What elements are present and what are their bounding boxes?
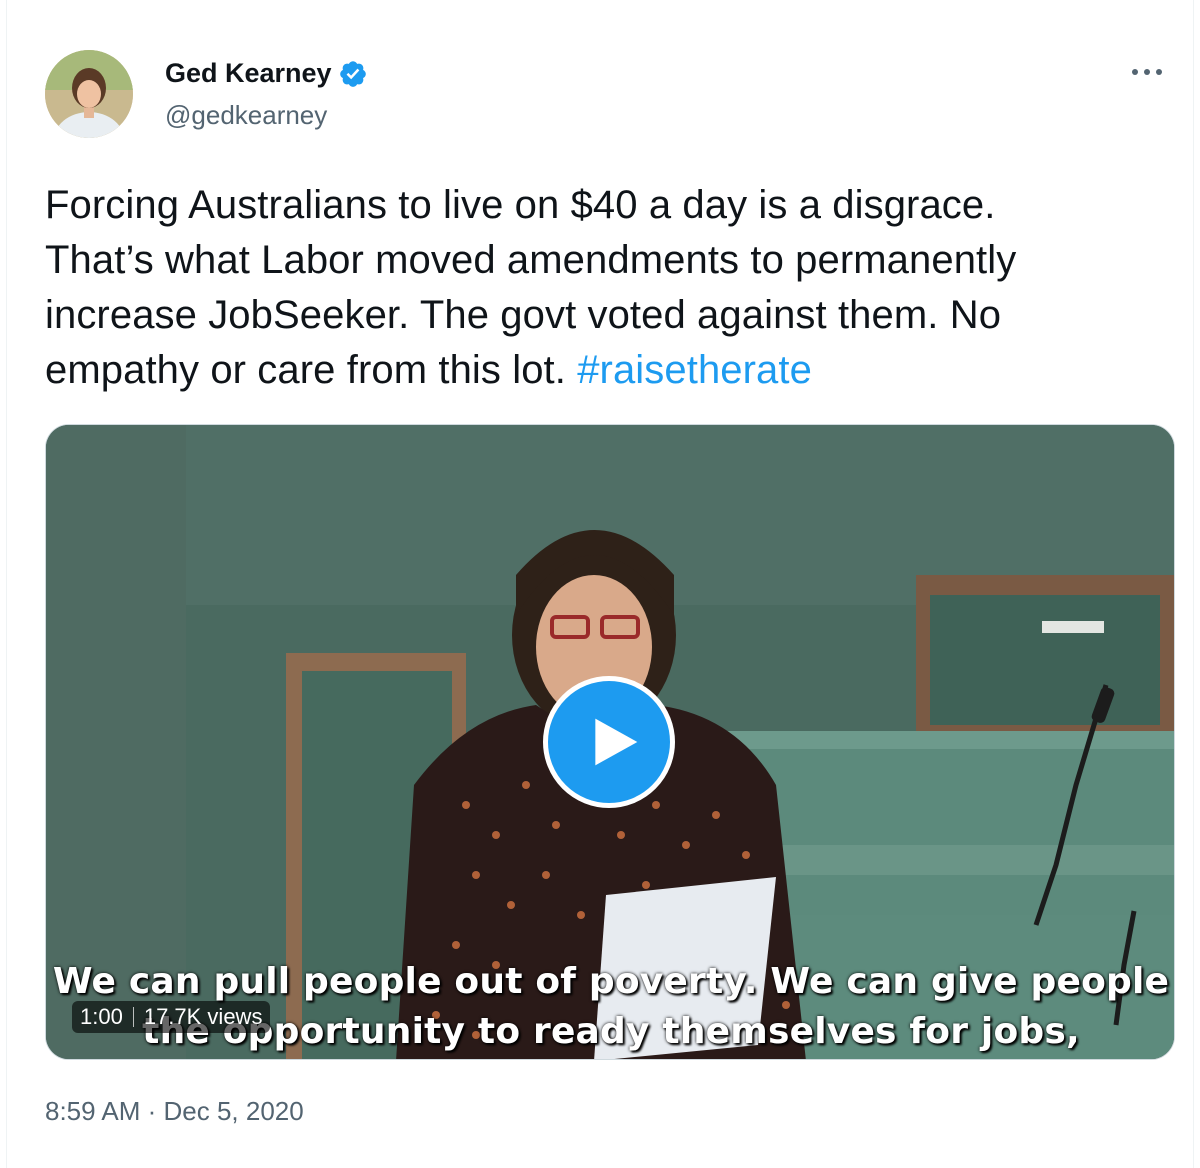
more-horizontal-icon[interactable] xyxy=(1129,62,1165,82)
video-views: 17.7K views xyxy=(143,1004,263,1029)
avatar-image xyxy=(45,50,133,138)
tweet-text-line: empathy or care from this lot. xyxy=(45,348,578,392)
divider xyxy=(132,1007,134,1027)
tweet-time[interactable]: 8:59 AM xyxy=(45,1096,140,1126)
hashtag-link[interactable]: #raisetherate xyxy=(577,348,812,392)
play-button[interactable] xyxy=(543,676,675,808)
tweet-text-line: Forcing Australians to live on $40 a day… xyxy=(45,183,996,227)
play-icon xyxy=(595,718,638,766)
verified-badge-icon xyxy=(339,60,366,87)
video-duration: 1:00 xyxy=(80,1004,123,1029)
video-caption-line: We can pull people out of poverty. We ca… xyxy=(52,961,1170,1002)
tweet-text-line: That’s what Labor moved amendments to pe… xyxy=(45,238,1017,282)
display-name[interactable]: Ged Kearney xyxy=(165,58,332,89)
video-player[interactable]: We can pull people out of poverty. We ca… xyxy=(45,424,1175,1060)
video-meta-badge: 1:00 17.7K views xyxy=(72,1001,271,1033)
timestamp-separator: · xyxy=(140,1096,164,1126)
tweet-timestamp: 8:59 AM · Dec 5, 2020 xyxy=(45,1096,304,1127)
tweet-card: Ged Kearney @gedkearney Forcing Australi… xyxy=(6,0,1194,1168)
tweet-text: Forcing Australians to live on $40 a day… xyxy=(45,178,1175,398)
tweet-text-line-last: empathy or care from this lot. #raisethe… xyxy=(45,343,1175,398)
author-handle[interactable]: @gedkearney xyxy=(165,100,327,131)
avatar[interactable] xyxy=(45,50,133,138)
tweet-date[interactable]: Dec 5, 2020 xyxy=(164,1096,304,1126)
author-name-row: Ged Kearney xyxy=(165,58,368,89)
tweet-text-line: increase JobSeeker. The govt voted again… xyxy=(45,293,1002,337)
